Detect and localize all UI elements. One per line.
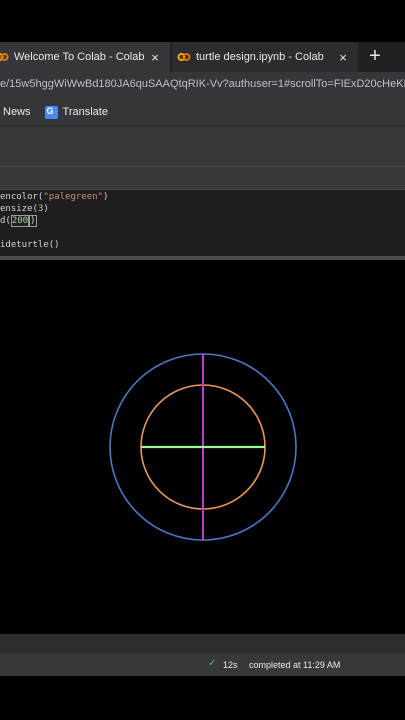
turtle-output bbox=[0, 260, 405, 634]
turtle-canvas bbox=[109, 353, 297, 541]
tab-title: turtle design.ipynb - Colab bbox=[196, 51, 324, 63]
tab-welcome-to-colab[interactable]: Welcome To Colab - Colab × bbox=[0, 42, 170, 72]
execution-duration[interactable]: 12s bbox=[223, 660, 238, 670]
code-token: encolor( bbox=[0, 192, 44, 202]
execution-completed-text[interactable]: completed at 11:29 AM bbox=[249, 660, 340, 670]
notebook-gap bbox=[0, 167, 405, 189]
top-black-area bbox=[0, 0, 405, 42]
code-token: ensize( bbox=[0, 204, 38, 214]
bookmark-translate[interactable]: Translate bbox=[63, 106, 108, 118]
colab-favicon-icon bbox=[0, 53, 9, 61]
address-bar[interactable]: e/15w5hggWiWwBd180JA6quSAAQtqRIK-Vv?auth… bbox=[0, 72, 405, 98]
code-string-token: "palegreen" bbox=[43, 192, 103, 202]
tab-close-icon[interactable]: × bbox=[148, 50, 162, 65]
code-line[interactable]: d(200) bbox=[0, 215, 37, 228]
code-number-token: 200 bbox=[10, 215, 30, 227]
browser-tab-bar: Welcome To Colab - Colab × turtle design… bbox=[0, 42, 405, 72]
bookmark-news[interactable]: News bbox=[3, 106, 31, 118]
new-tab-button[interactable]: + bbox=[366, 42, 384, 72]
tab-title: Welcome To Colab - Colab bbox=[14, 51, 145, 63]
google-translate-icon[interactable] bbox=[44, 105, 58, 119]
check-icon: ✓ bbox=[208, 658, 217, 669]
code-token: ) bbox=[43, 204, 49, 214]
code-line[interactable]: ideturtle() bbox=[0, 240, 60, 252]
code-cell[interactable]: encolor("palegreen") ensize(3) d(200) id… bbox=[0, 189, 405, 257]
code-token: ) bbox=[29, 215, 37, 227]
tab-close-icon[interactable]: × bbox=[336, 50, 350, 65]
tab-turtle-design[interactable]: turtle design.ipynb - Colab × bbox=[172, 42, 358, 72]
code-token: ideturtle() bbox=[0, 240, 60, 250]
code-token: d( bbox=[0, 216, 11, 226]
bookmarks-bar: News Translate bbox=[0, 98, 405, 126]
code-line[interactable]: encolor("palegreen") bbox=[0, 192, 108, 204]
bottom-black-area bbox=[0, 676, 405, 720]
notebook-bottom bbox=[0, 634, 405, 654]
code-token: ) bbox=[102, 192, 109, 202]
colab-toolbar bbox=[0, 126, 405, 168]
url-text[interactable]: e/15w5hggWiWwBd180JA6quSAAQtqRIK-Vv?auth… bbox=[0, 78, 405, 90]
colab-favicon-icon bbox=[177, 53, 191, 61]
status-bar: ✓ 12s completed at 11:29 AM bbox=[0, 654, 405, 676]
